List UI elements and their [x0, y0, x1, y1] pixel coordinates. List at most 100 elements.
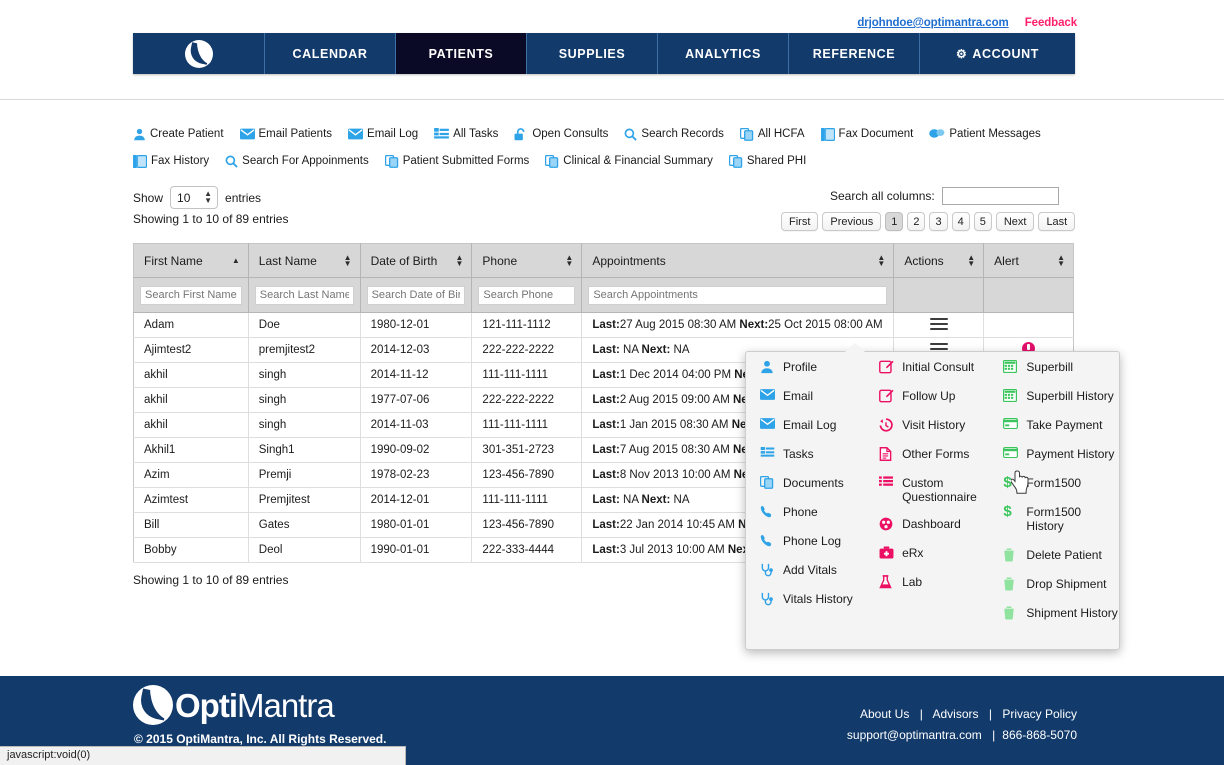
- cell-first-name: akhil: [134, 363, 249, 388]
- footer-link-advisors[interactable]: Advisors: [932, 707, 978, 721]
- filter-cell-first-name: [134, 278, 249, 313]
- search-all-input[interactable]: [942, 187, 1059, 205]
- pager-page-2[interactable]: 2: [907, 212, 925, 231]
- search-icon: [225, 155, 238, 168]
- dropdown-item-erx[interactable]: eRx: [879, 546, 989, 560]
- user-email-link[interactable]: drjohndoe@optimantra.com: [857, 17, 1008, 29]
- patient-submitted-forms-action[interactable]: Patient Submitted Forms: [385, 155, 530, 168]
- dropdown-item-add-vitals[interactable]: Add Vitals: [760, 563, 865, 577]
- pager-first-button[interactable]: First: [781, 212, 818, 231]
- filter-cell-phone: [472, 278, 582, 313]
- dropdown-item-vitals-history[interactable]: Vitals History: [760, 592, 865, 606]
- dropdown-item-custom-questionnaire[interactable]: Custom Questionnaire: [879, 476, 989, 504]
- actions-menu-icon[interactable]: [930, 315, 948, 333]
- column-header-first-name[interactable]: First Name ▲: [134, 244, 249, 278]
- dropdown-item-phone[interactable]: Phone: [760, 505, 865, 519]
- dropdown-item-phone-log[interactable]: Phone Log: [760, 534, 865, 548]
- dropdown-item-superbill-history[interactable]: Superbill History: [1003, 389, 1119, 403]
- nav-item-supplies[interactable]: SUPPLIES: [526, 33, 657, 74]
- dropdown-item-documents[interactable]: Documents: [760, 476, 865, 490]
- email-patients-action[interactable]: Email Patients: [240, 128, 333, 140]
- filter-last-name-input[interactable]: [255, 286, 354, 305]
- nav-item-account[interactable]: ⚙ ACCOUNT: [919, 33, 1075, 74]
- patient-messages-action[interactable]: Patient Messages: [929, 128, 1040, 140]
- nav-item-analytics[interactable]: ANALYTICS: [657, 33, 788, 74]
- all-hcfa-action[interactable]: All HCFA: [740, 128, 805, 141]
- page-length-select[interactable]: 10 25 50 100: [170, 186, 218, 209]
- table-head: First Name ▲ Last Name ▲▼ Date of Birth …: [134, 244, 1074, 313]
- create-patient-action[interactable]: Create Patient: [133, 128, 224, 141]
- dropdown-item-email[interactable]: Email: [760, 389, 865, 403]
- pager-page-5[interactable]: 5: [974, 212, 992, 231]
- cell-first-name: Adam: [134, 313, 249, 338]
- dropdown-item-initial-consult[interactable]: Initial Consult: [879, 360, 989, 374]
- dropdown-item-label: Take Payment: [1026, 418, 1102, 432]
- pager-page-3[interactable]: 3: [929, 212, 947, 231]
- footer-link-privacy-policy[interactable]: Privacy Policy: [1002, 707, 1077, 721]
- cell-date-of-birth: 1977-07-06: [360, 388, 472, 413]
- nav-item-patients[interactable]: PATIENTS: [395, 33, 526, 74]
- footer-support-email[interactable]: support@optimantra.com: [847, 728, 982, 742]
- column-header-phone[interactable]: Phone ▲▼: [472, 244, 582, 278]
- cell-first-name: Azim: [134, 463, 249, 488]
- filter-first-name-input[interactable]: [140, 286, 242, 305]
- fax-icon: [821, 128, 835, 141]
- nav-label-account: ACCOUNT: [972, 47, 1039, 61]
- cell-first-name: akhil: [134, 388, 249, 413]
- cell-actions[interactable]: [894, 313, 984, 338]
- grid-icon: [1003, 360, 1020, 373]
- dropdown-item-drop-shipment[interactable]: Drop Shipment: [1003, 577, 1119, 591]
- column-header-alert[interactable]: Alert ▲▼: [984, 244, 1074, 278]
- dropdown-item-delete-patient[interactable]: Delete Patient: [1003, 548, 1119, 562]
- pager-page-1[interactable]: 1: [885, 212, 903, 231]
- filter-date-of-birth-input[interactable]: [367, 286, 466, 305]
- clinical-financial-summary-action[interactable]: Clinical & Financial Summary: [545, 155, 713, 168]
- cell-last-name: Premji: [248, 463, 360, 488]
- nav-item-reference[interactable]: REFERENCE: [788, 33, 919, 74]
- filter-phone-input[interactable]: [478, 286, 575, 305]
- column-header-last-name[interactable]: Last Name ▲▼: [248, 244, 360, 278]
- page-length-control: Show 10 25 50 100 ▲▼ entries: [133, 186, 261, 209]
- filter-appointments-input[interactable]: [588, 286, 887, 305]
- column-header-actions[interactable]: Actions ▲▼: [894, 244, 984, 278]
- open-consults-action[interactable]: Open Consults: [514, 128, 608, 141]
- dropdown-item-form1500-history[interactable]: $Form1500 History: [1003, 505, 1119, 533]
- optimantra-logo[interactable]: [133, 33, 264, 74]
- pager-previous-button[interactable]: Previous: [822, 212, 881, 231]
- cell-last-name: singh: [248, 388, 360, 413]
- all-tasks-action[interactable]: All Tasks: [434, 128, 498, 140]
- email-log-action[interactable]: Email Log: [348, 128, 418, 140]
- fax-document-action[interactable]: Fax Document: [821, 128, 914, 141]
- dropdown-item-email-log[interactable]: Email Log: [760, 418, 865, 432]
- dropdown-item-tasks[interactable]: Tasks: [760, 447, 865, 461]
- dropdown-item-other-forms[interactable]: Other Forms: [879, 447, 989, 461]
- dropdown-item-profile[interactable]: Profile: [760, 360, 865, 374]
- column-header-appointments[interactable]: Appointments ▲▼: [582, 244, 894, 278]
- footer-link-about-us[interactable]: About Us: [860, 707, 909, 721]
- dropdown-item-superbill[interactable]: Superbill: [1003, 360, 1119, 374]
- pager-page-4[interactable]: 4: [952, 212, 970, 231]
- cell-phone: 111-111-1111: [472, 488, 582, 513]
- medkit-icon: [879, 546, 896, 559]
- dropdown-item-lab[interactable]: Lab: [879, 575, 989, 589]
- table-row[interactable]: AdamDoe1980-12-01121-111-1112Last:27 Aug…: [134, 313, 1074, 338]
- search-appointments-action[interactable]: Search For Appoinments: [225, 155, 369, 168]
- dropdown-item-shipment-history[interactable]: Shipment History: [1003, 606, 1119, 620]
- page-length-select-wrap[interactable]: 10 25 50 100 ▲▼: [170, 186, 218, 209]
- dropdown-item-dashboard[interactable]: Dashboard: [879, 517, 989, 531]
- dropdown-item-payment-history[interactable]: Payment History: [1003, 447, 1119, 461]
- nav-item-calendar[interactable]: CALENDAR: [264, 33, 395, 74]
- cell-date-of-birth: 1978-02-23: [360, 463, 472, 488]
- search-records-action[interactable]: Search Records: [624, 128, 723, 141]
- pager-next-button[interactable]: Next: [996, 212, 1035, 231]
- pager-last-button[interactable]: Last: [1038, 212, 1075, 231]
- cell-last-name: Singh1: [248, 438, 360, 463]
- dashboard-icon: [879, 517, 896, 531]
- feedback-link[interactable]: Feedback: [1025, 17, 1077, 29]
- shared-phi-action[interactable]: Shared PHI: [729, 155, 806, 168]
- column-header-date-of-birth[interactable]: Date of Birth ▲▼: [360, 244, 472, 278]
- fax-history-action[interactable]: Fax History: [133, 155, 209, 168]
- dropdown-item-visit-history[interactable]: Visit History: [879, 418, 989, 432]
- dropdown-item-take-payment[interactable]: Take Payment: [1003, 418, 1119, 432]
- dropdown-item-follow-up[interactable]: Follow Up: [879, 389, 989, 403]
